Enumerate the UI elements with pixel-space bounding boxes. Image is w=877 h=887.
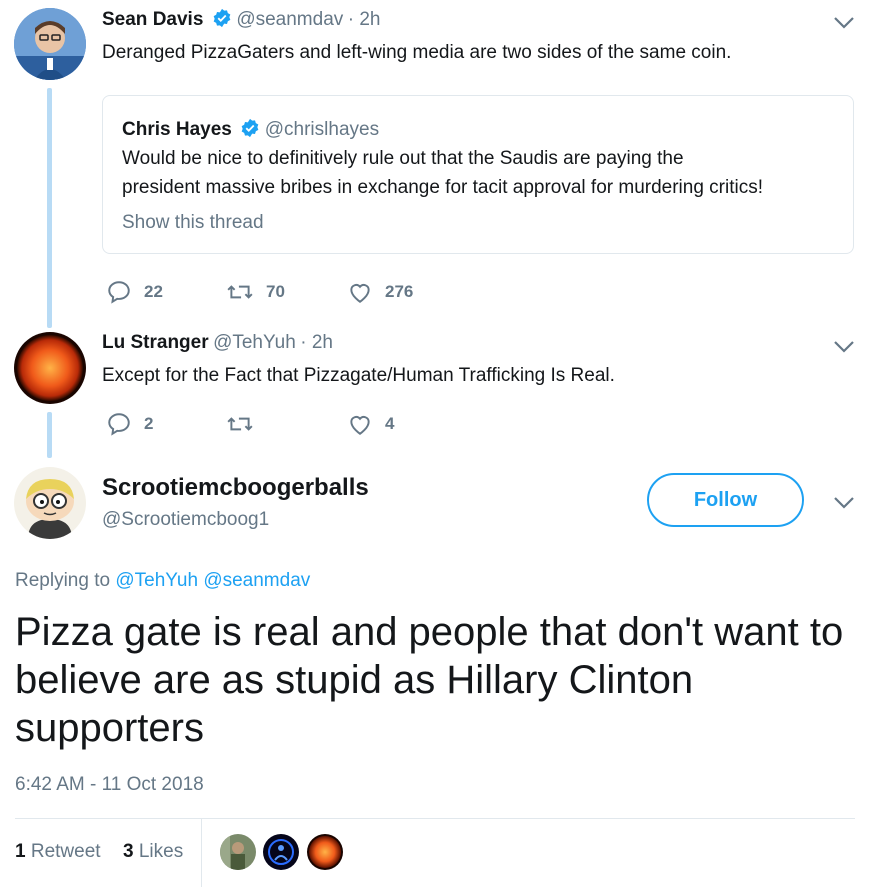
retweet-button[interactable]: 70 [226,277,285,307]
quote-author-handle: @chrislhayes [264,119,380,140]
reply-icon [108,413,130,436]
quote-text-line2: president massive bribes in exchange for… [122,177,764,198]
replying-to-prefix: Replying to [15,570,111,591]
avatar-scrootie[interactable] [14,467,86,539]
liker-avatar-2[interactable] [263,834,299,870]
stats-vertical-divider [201,818,202,887]
thread-line-1 [47,88,52,328]
verified-badge-icon [240,118,260,143]
retweet-stat[interactable]: 1 Retweet [15,841,101,863]
tweet2-time[interactable]: · 2h [300,332,333,353]
quote-text-line1: Would be nice to definitively rule out t… [122,148,684,169]
liker-avatar-1[interactable] [220,834,256,870]
avatar-lu-stranger[interactable] [14,332,86,404]
stats-divider [15,818,855,819]
show-thread-link[interactable]: Show this thread [122,212,264,234]
tweet2-header: Lu Stranger @TehYuh · 2h [102,332,333,354]
reply-button[interactable]: 2 [106,409,153,439]
tweet1-actions: 22 70 276 [106,277,506,307]
like-stat-count: 3 [123,841,134,862]
retweet-stat-count: 1 [15,841,26,862]
tweet1-author-handle[interactable]: @seanmdav [236,9,343,30]
tweet-timestamp[interactable]: 6:42 AM - 11 Oct 2018 [15,774,204,796]
tweet1-author-name[interactable]: Sean Davis [102,9,203,30]
tweet2-author-name[interactable]: Lu Stranger [102,332,209,353]
tweet2-text: Except for the Fact that Pizzagate/Human… [102,365,615,386]
tweet2-author-handle[interactable]: @TehYuh [213,332,296,353]
like-button[interactable]: 276 [347,277,413,307]
tweet1-header: Sean Davis @seanmdav · 2h [102,8,380,33]
avatar-sean-davis[interactable] [14,8,86,80]
like-count: 276 [385,282,414,301]
tweet2-actions: 2 4 [106,409,506,439]
quote-author-name: Chris Hayes [122,119,232,140]
retweet-icon [227,417,253,431]
tweet1-text: Deranged PizzaGaters and left-wing media… [102,42,732,63]
follow-button[interactable]: Follow [647,473,804,527]
main-author-name[interactable]: Scrootiemcboogerballs [102,474,369,502]
replying-to: Replying to @TehYuh @seanmdav [15,570,310,592]
heart-icon [350,416,370,435]
verified-badge-icon [212,8,232,33]
liker-avatar-3[interactable] [307,834,343,870]
reply-button[interactable]: 22 [106,277,163,307]
chevron-down-icon[interactable] [833,340,855,354]
chevron-down-icon[interactable] [833,16,855,30]
heart-icon [350,284,370,303]
reply-mention-tehyuh[interactable]: @TehYuh [115,570,198,591]
retweet-stat-label: Retweet [30,841,101,862]
like-button[interactable]: 4 [347,409,394,439]
like-count: 4 [385,414,395,433]
thread-line-2 [47,412,52,458]
retweet-count: 70 [266,282,285,301]
retweet-icon [227,285,253,299]
main-author-handle[interactable]: @Scrootiemcboog1 [102,509,269,531]
chevron-down-icon[interactable] [833,496,855,510]
tweet1-time[interactable]: · 2h [348,9,381,30]
like-stat[interactable]: 3 Likes [123,841,183,863]
like-stat-label: Likes [138,841,184,862]
retweet-button[interactable] [226,409,266,439]
reply-icon [108,281,130,304]
reply-count: 22 [144,282,163,301]
quoted-tweet[interactable]: Chris Hayes @chrislhayes Would be nice t… [102,95,854,254]
reply-mention-seanmdav[interactable]: @seanmdav [203,570,310,591]
reply-count: 2 [144,414,154,433]
main-tweet-text: Pizza gate is real and people that don't… [15,610,844,750]
